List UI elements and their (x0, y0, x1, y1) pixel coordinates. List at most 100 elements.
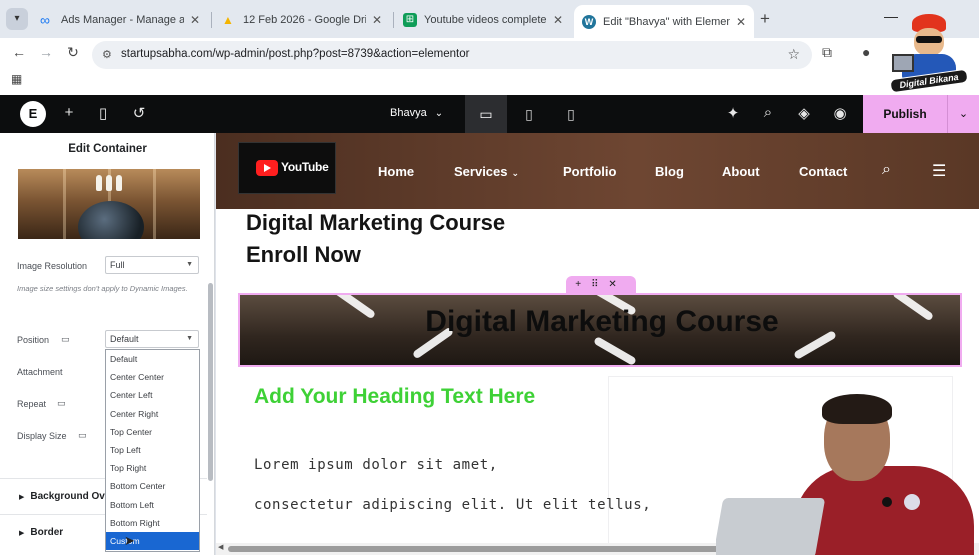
search-icon[interactable]: ⌕ (882, 161, 891, 179)
wordpress-favicon-icon: W (582, 14, 596, 29)
browser-tab-strip: ▾ ∞ Ads Manager - Manage ads - C ✕ ▲ 12 … (0, 0, 979, 38)
site-logo[interactable]: YouTube (238, 142, 336, 194)
nav-contact[interactable]: Contact (799, 164, 847, 179)
position-value: Default (110, 334, 139, 344)
close-icon[interactable]: ✕ (553, 13, 563, 27)
forward-arrow-icon[interactable]: → (34, 44, 58, 60)
close-icon[interactable]: ✕ (608, 279, 626, 290)
nav-about[interactable]: About (722, 164, 760, 179)
page-settings-icon[interactable]: ▯ (93, 104, 113, 122)
nav-blog[interactable]: Blog (655, 164, 684, 179)
logo-text: YouTube (281, 160, 329, 174)
bookmark-star-icon[interactable]: ☆ (787, 46, 800, 63)
position-option[interactable]: Top Right (106, 459, 199, 477)
new-tab-plus-icon[interactable]: + (760, 9, 770, 29)
caret-right-icon: ▶ (19, 530, 25, 537)
tab-title: 12 Feb 2026 - Google Drive (243, 14, 366, 26)
add-plus-icon[interactable]: + (575, 279, 591, 290)
desktop-view-icon[interactable]: ▭ (465, 95, 507, 133)
position-dropdown-list: Default Center Center Center Left Center… (105, 349, 200, 552)
body-text-line[interactable]: Lorem ipsum dolor sit amet, (254, 457, 498, 473)
banner-container[interactable]: Digital Marketing Course (238, 293, 962, 367)
position-label: Position (17, 335, 50, 345)
chevron-down-icon: ⌄ (511, 168, 520, 178)
position-option[interactable]: Bottom Center (106, 477, 199, 495)
profile-avatar-icon[interactable]: ● (862, 44, 870, 60)
extensions-puzzle-icon[interactable]: ⧉ (822, 44, 832, 61)
meta-favicon-icon: ∞ (40, 12, 50, 28)
container-handle[interactable]: +⠿✕ (566, 276, 636, 293)
url-text: startupsabha.com/wp-admin/post.php?post=… (121, 48, 470, 60)
scroll-left-arrow-icon[interactable]: ◀ (218, 543, 223, 551)
back-arrow-icon[interactable]: ← (7, 44, 31, 60)
close-icon[interactable]: ✕ (736, 15, 746, 29)
structure-layers-icon[interactable]: ◈ (794, 104, 814, 122)
drag-handle-icon[interactable]: ⠿ (591, 279, 608, 290)
mobile-view-icon[interactable]: ▯ (550, 95, 592, 133)
responsive-desktop-icon[interactable]: ▭ (78, 430, 87, 441)
position-option[interactable]: Bottom Right (106, 514, 199, 532)
tab-title: Edit "Bhavya" with Elementor (603, 15, 730, 28)
notifications-rocket-icon[interactable]: ✦ (723, 104, 743, 122)
banner-heading: Digital Marketing Course (425, 305, 779, 338)
tablet-view-icon[interactable]: ▯ (508, 95, 550, 133)
position-option-highlighted[interactable]: Custom (106, 531, 199, 551)
image-resolution-label: Image Resolution (17, 261, 88, 271)
panel-scrollbar[interactable] (208, 283, 213, 481)
responsive-desktop-icon[interactable]: ▭ (57, 398, 66, 409)
tab-youtube-topics-sheet[interactable]: ⊞ Youtube videos complete topic ✕ (395, 6, 571, 34)
position-option[interactable]: Bottom Left (106, 496, 199, 514)
reload-icon[interactable]: ↻ (61, 44, 85, 61)
preview-eye-icon[interactable]: ◉ (830, 104, 850, 122)
repeat-label: Repeat (17, 399, 47, 409)
green-heading[interactable]: Add Your Heading Text Here (254, 385, 535, 409)
position-option[interactable]: Center Right (106, 405, 199, 423)
position-select[interactable]: Default ▼ (105, 330, 199, 348)
channel-mascot-logo: Digital Bikana (889, 14, 969, 94)
tab-separator (393, 12, 394, 28)
responsive-desktop-icon[interactable]: ▭ (61, 334, 70, 345)
position-option[interactable]: Default (106, 350, 199, 368)
close-icon[interactable]: ✕ (372, 13, 382, 27)
tab-elementor-active[interactable]: W Edit "Bhavya" with Elementor ✕ (574, 5, 754, 38)
chevron-down-icon: ⌄ (434, 108, 444, 119)
attachment-label: Attachment (17, 367, 63, 377)
nav-portfolio[interactable]: Portfolio (563, 164, 616, 179)
search-icon[interactable]: ⌕ (758, 104, 778, 121)
add-element-plus-icon[interactable]: + (59, 104, 79, 121)
tab-ads-manager[interactable]: ∞ Ads Manager - Manage ads - C ✕ (32, 6, 208, 34)
hamburger-menu-icon[interactable]: ☰ (932, 161, 946, 181)
apps-grid-icon[interactable]: ▦ (11, 72, 22, 86)
publish-options-chevron-icon[interactable]: ⌄ (947, 95, 979, 133)
position-option[interactable]: Top Left (106, 441, 199, 459)
course-title[interactable]: Digital Marketing Course Enroll Now (246, 207, 505, 271)
youtube-play-icon (256, 160, 278, 176)
close-icon[interactable]: ✕ (190, 13, 200, 27)
background-image-preview[interactable] (18, 169, 200, 239)
elementor-logo-icon[interactable]: E (20, 101, 46, 127)
publish-button[interactable]: Publish (863, 95, 947, 133)
google-sheets-favicon-icon: ⊞ (403, 13, 417, 27)
position-option[interactable]: Center Center (106, 368, 199, 386)
tab-google-drive[interactable]: ▲ 12 Feb 2026 - Google Drive ✕ (214, 6, 390, 34)
nav-home[interactable]: Home (378, 164, 414, 179)
position-option[interactable]: Top Center (106, 423, 199, 441)
site-info-icon[interactable]: ⚙ (102, 48, 112, 61)
address-bar[interactable]: ⚙ startupsabha.com/wp-admin/post.php?pos… (92, 41, 812, 69)
page-name: Bhavya (390, 107, 427, 119)
mouse-cursor-icon: ➤ (124, 533, 135, 548)
image-resolution-select[interactable]: Full ▼ (105, 256, 199, 274)
panel-title: Edit Container (68, 143, 147, 155)
elementor-top-bar: E + ▯ ↺ Bhavya ⌄ ▭ ▯ ▯ ✦ ⌕ ◈ ◉ Publish ⌄ (0, 95, 979, 133)
page-selector[interactable]: Bhavya ⌄ (390, 107, 443, 119)
position-option[interactable]: Center Left (106, 386, 199, 404)
nav-services[interactable]: Services ⌄ (454, 164, 519, 179)
laptop-image (716, 498, 826, 555)
browser-toolbar: ← → ↻ ⚙ startupsabha.com/wp-admin/post.p… (0, 38, 979, 95)
history-icon[interactable]: ↺ (129, 104, 149, 122)
dynamic-image-note: Image size settings don't apply to Dynam… (17, 284, 188, 293)
tab-title: Ads Manager - Manage ads - C (61, 14, 184, 26)
tab-separator (211, 12, 212, 28)
body-text-line[interactable]: consectetur adipiscing elit. Ut elit tel… (254, 497, 651, 513)
tab-search-chevron-icon[interactable]: ▾ (6, 8, 28, 30)
